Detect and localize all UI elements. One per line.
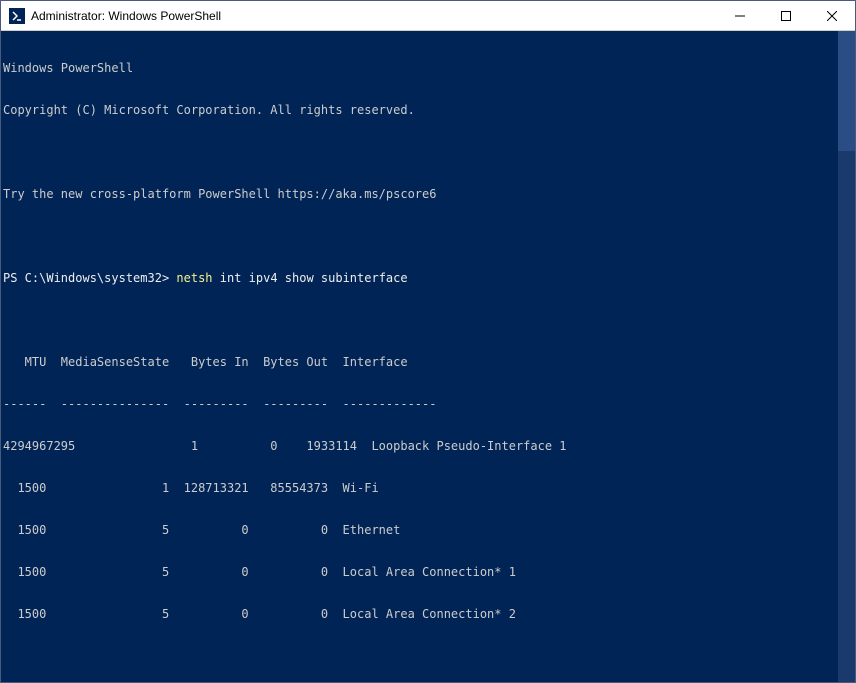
window-title: Administrator: Windows PowerShell (31, 9, 221, 23)
table-divider: ------ --------------- --------- -------… (3, 397, 855, 411)
table-row: 1500 5 0 0 Local Area Connection* 2 (3, 607, 855, 621)
table-row: 1500 5 0 0 Local Area Connection* 1 (3, 565, 855, 579)
prompt-line-1: PS C:\Windows\system32> netsh int ipv4 s… (3, 271, 855, 285)
table-header: MTU MediaSenseState Bytes In Bytes Out I… (3, 355, 855, 369)
blank (3, 229, 855, 243)
maximize-button[interactable] (763, 1, 809, 31)
blank (3, 649, 855, 663)
close-button[interactable] (809, 1, 855, 31)
blank (3, 313, 855, 327)
scrollbar-thumb[interactable] (838, 31, 855, 151)
scrollbar-track[interactable] (838, 31, 855, 682)
command-keyword: netsh (176, 271, 212, 285)
prompt-path: PS C:\Windows\system32> (3, 271, 169, 285)
header-line-3: Try the new cross-platform PowerShell ht… (3, 187, 855, 201)
titlebar[interactable]: Administrator: Windows PowerShell (1, 1, 855, 31)
command-args: int ipv4 show subinterface (213, 271, 408, 285)
minimize-button[interactable] (717, 1, 763, 31)
header-line-2: Copyright (C) Microsoft Corporation. All… (3, 103, 855, 117)
terminal-area[interactable]: Windows PowerShell Copyright (C) Microso… (1, 31, 855, 682)
table-row: 1500 1 128713321 85554373 Wi-Fi (3, 481, 855, 495)
table-row: 1500 5 0 0 Ethernet (3, 523, 855, 537)
table-row: 4294967295 1 0 1933114 Loopback Pseudo-I… (3, 439, 855, 453)
blank (3, 145, 855, 159)
app-window: Administrator: Windows PowerShell Window… (0, 0, 856, 683)
powershell-icon (9, 8, 25, 24)
header-line-1: Windows PowerShell (3, 61, 855, 75)
